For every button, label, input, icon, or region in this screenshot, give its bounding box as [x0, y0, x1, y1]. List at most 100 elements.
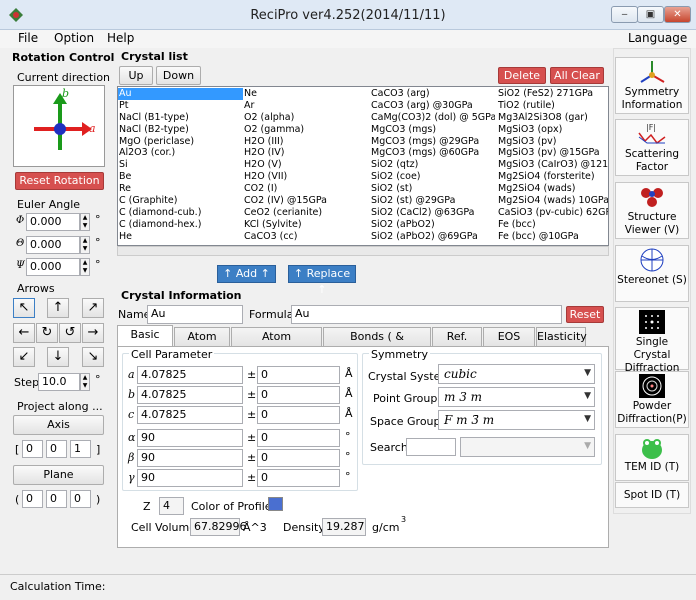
crystal-list-item[interactable]: C (diamond-hex.): [118, 219, 243, 231]
crystal-list-item[interactable]: Mg2SiO4 (forsterite): [497, 171, 608, 183]
menu-language[interactable]: Language: [628, 31, 687, 45]
b-error-input[interactable]: 0: [257, 386, 340, 404]
reset-button[interactable]: Reset: [566, 306, 604, 323]
c-input[interactable]: 4.07825: [137, 406, 243, 424]
plane-l-input[interactable]: 0: [70, 490, 91, 508]
crystal-list-item[interactable]: Re: [118, 183, 243, 195]
crystal-list-item[interactable]: SiO2 (st) @29GPa: [370, 195, 495, 207]
plane-button[interactable]: Plane: [13, 465, 104, 485]
arrow-up-right-button[interactable]: ↗: [82, 298, 104, 318]
crystal-list-item[interactable]: C (Graphite): [118, 195, 243, 207]
all-clear-button[interactable]: All Clear: [550, 67, 604, 84]
crystal-list-item[interactable]: Au: [118, 88, 243, 100]
close-button[interactable]: ✕: [664, 6, 691, 23]
tab-elasticity[interactable]: Elasticity: [536, 327, 587, 346]
crystal-list-item[interactable]: MgCO3 (mgs) @60GPa: [370, 147, 495, 159]
crystal-list-item[interactable]: CO2 (I): [243, 183, 368, 195]
crystal-list-item[interactable]: Be: [118, 171, 243, 183]
plane-h-input[interactable]: 0: [22, 490, 43, 508]
crystal-list-item[interactable]: CeO2 (cerianite): [243, 207, 368, 219]
crystal-list-item[interactable]: C (diamond-cub.): [118, 207, 243, 219]
arrow-down-left-button[interactable]: ↙: [13, 347, 35, 367]
gamma-error-input[interactable]: 0: [257, 469, 340, 487]
crystal-list-item[interactable]: SiO2 (CaCl2) @63GPa: [370, 207, 495, 219]
crystal-list-item[interactable]: Ne: [243, 88, 368, 100]
axis-button[interactable]: Axis: [13, 415, 104, 435]
crystal-list-item[interactable]: SiO2 (coe): [370, 171, 495, 183]
tem-id-button[interactable]: TEM ID (T): [615, 434, 689, 481]
crystal-list-item[interactable]: O2 (alpha): [243, 112, 368, 124]
a-error-input[interactable]: 0: [257, 366, 340, 384]
tab-atom-appearance[interactable]: Atom Appearance: [231, 327, 322, 361]
crystal-list-item[interactable]: H2O (VII): [243, 171, 368, 183]
crystal-list-item[interactable]: CaSiO3 (pv-cubic) 62GPa: [497, 207, 608, 219]
theta-spinner[interactable]: ▲ ▼: [80, 236, 90, 254]
c-error-input[interactable]: 0: [257, 406, 340, 424]
psi-spinner[interactable]: ▲ ▼: [80, 258, 90, 276]
arrow-down-right-button[interactable]: ↘: [82, 347, 104, 367]
formula-input[interactable]: Au: [291, 305, 562, 324]
delete-button[interactable]: Delete: [498, 67, 546, 84]
crystal-list-item[interactable]: CaCO3 (arg) @30GPa: [370, 100, 495, 112]
crystal-list-item[interactable]: Mg2SiO4 (wads): [497, 183, 608, 195]
crystal-list-item[interactable]: Si: [118, 159, 243, 171]
plane-k-input[interactable]: 0: [46, 490, 67, 508]
minimize-button[interactable]: ‒: [611, 6, 638, 23]
tab-basic-info[interactable]: Basic Info.: [117, 325, 173, 359]
crystal-list-item[interactable]: He: [118, 231, 243, 243]
crystal-list-item[interactable]: Mg3Al2Si3O8 (gar): [497, 112, 608, 124]
powder-diffraction-button[interactable]: Powder Diffraction(P): [615, 371, 689, 428]
tab-atom-info[interactable]: Atom Info.: [174, 327, 230, 361]
crystal-list-item[interactable]: MgSiO3 (opx): [497, 124, 608, 136]
beta-error-input[interactable]: 0: [257, 449, 340, 467]
list-scrollbar[interactable]: [117, 246, 609, 256]
crystal-list-item[interactable]: KCl (Sylvite): [243, 219, 368, 231]
profile-color-swatch[interactable]: [268, 497, 283, 511]
scattering-factor-button[interactable]: |F| Scattering Factor: [615, 119, 689, 176]
crystal-list[interactable]: Au Pt NaCl (B1-type) NaCl (B2-type) MgO (per…: [117, 86, 609, 246]
add-button[interactable]: ↑ Add ↑: [217, 265, 276, 283]
crystal-list-item[interactable]: MgO (periclase): [118, 136, 243, 148]
arrow-left-button[interactable]: ←: [13, 323, 35, 343]
arrow-up-left-button[interactable]: ↖: [13, 298, 35, 318]
crystal-list-item[interactable]: MgCO3 (mgs): [370, 124, 495, 136]
alpha-error-input[interactable]: 0: [257, 429, 340, 447]
crystal-list-item[interactable]: H2O (V): [243, 159, 368, 171]
a-input[interactable]: 4.07825: [137, 366, 243, 384]
beta-input[interactable]: 90: [137, 449, 243, 467]
step-input[interactable]: 10.0: [38, 373, 80, 391]
symmetry-button[interactable]: Symmetry Information: [615, 57, 689, 114]
crystal-list-item[interactable]: Mg2SiO4 (wads) 10GPa: [497, 195, 608, 207]
crystal-list-item[interactable]: SiO2 (qtz): [370, 159, 495, 171]
crystal-list-item[interactable]: Al2O3 (cor.): [118, 147, 243, 159]
spot-id-button[interactable]: Spot ID (T): [615, 482, 689, 508]
crystal-list-item[interactable]: NaCl (B1-type): [118, 112, 243, 124]
crystal-list-item[interactable]: H2O (IV): [243, 147, 368, 159]
crystal-list-item[interactable]: TiO2 (rutile): [497, 100, 608, 112]
single-crystal-button[interactable]: Single Crystal Diffraction (D): [615, 307, 689, 387]
phi-spinner[interactable]: ▲ ▼: [80, 213, 90, 231]
reset-rotation-button[interactable]: Reset Rotation: [15, 172, 104, 190]
axis-w-input[interactable]: 1: [70, 440, 91, 458]
crystal-list-item[interactable]: MgSiO3 (pv) @15GPa: [497, 147, 608, 159]
maximize-button[interactable]: ▣: [637, 6, 664, 23]
b-input[interactable]: 4.07825: [137, 386, 243, 404]
down-button[interactable]: Down: [156, 66, 201, 85]
axis-v-input[interactable]: 0: [46, 440, 67, 458]
tab-ref[interactable]: Ref.: [432, 327, 482, 346]
crystal-list-item[interactable]: CaCO3 (arg): [370, 88, 495, 100]
step-spinner[interactable]: ▲ ▼: [80, 373, 90, 391]
crystal-list-item[interactable]: CO2 (IV) @15GPa: [243, 195, 368, 207]
crystal-system-select[interactable]: cubic ▼: [438, 364, 595, 384]
replace-button[interactable]: ↑ Replace ↑: [288, 265, 356, 296]
crystal-list-item[interactable]: SiO2 (st): [370, 183, 495, 195]
up-button[interactable]: Up: [119, 66, 153, 85]
menu-file[interactable]: File: [18, 31, 38, 45]
crystal-list-item[interactable]: SiO2 (FeS2) 271GPa: [497, 88, 608, 100]
search-result-select[interactable]: ▼: [460, 437, 595, 457]
tab-bonds[interactable]: Bonds ( & Polyhedra): [323, 327, 431, 361]
space-group-select[interactable]: F m 3̄ m ▼: [438, 410, 595, 430]
crystal-list-item[interactable]: O2 (gamma): [243, 124, 368, 136]
stereonet-button[interactable]: Stereonet (S): [615, 245, 689, 302]
arrow-right-button[interactable]: →: [82, 323, 104, 343]
